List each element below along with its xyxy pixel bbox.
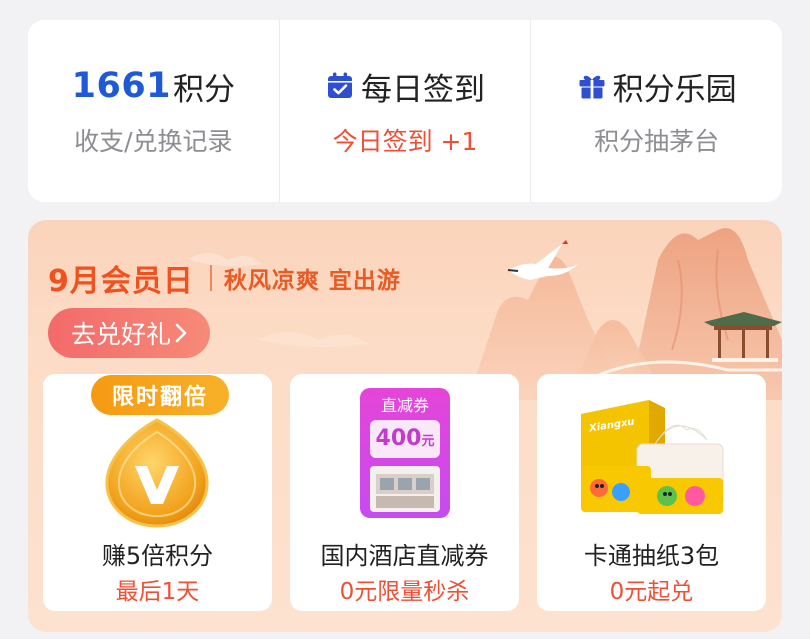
banner-title: 9月会员日 秋风凉爽 宜出游 [48, 256, 401, 300]
gift-icon [579, 75, 605, 99]
points-park-sub: 积分抽茅台 [594, 127, 720, 156]
reward-card-name: 卡通抽纸3包 [583, 542, 720, 570]
points-records-link[interactable]: 收支/兑换记录 [74, 122, 232, 158]
reward-card-sub: 最后1天 [115, 579, 200, 605]
member-day-banner[interactable]: 9月会员日 秋风凉爽 宜出游 去兑好礼 限时翻倍 赚5倍积分 最后1天 直减券 … [28, 220, 782, 632]
points-summary-card: 1661 积分 收支/兑换记录 每日签到 今日签到 +1 积分乐园 积分抽茅台 [28, 20, 782, 202]
daily-checkin-entry[interactable]: 每日签到 今日签到 +1 [278, 20, 531, 202]
points-unit: 积分 [173, 71, 236, 108]
reward-card-name: 国内酒店直减券 [320, 542, 489, 570]
coupon-label: 直减券 [380, 396, 429, 415]
cartoon-tissue-packs-image [581, 400, 724, 514]
redeem-gifts-button[interactable]: 去兑好礼 [48, 308, 210, 358]
limited-double-badge: 限时翻倍 [91, 375, 229, 415]
redeem-gifts-label: 去兑好礼 [70, 320, 171, 349]
points-balance-entry[interactable]: 1661 积分 收支/兑换记录 [28, 20, 279, 202]
reward-card-5x-points[interactable]: 限时翻倍 赚5倍积分 最后1天 [43, 374, 272, 611]
calendar-check-icon [328, 72, 352, 98]
coupon-amount-unit: 元 [421, 434, 435, 449]
daily-checkin-title: 每日签到 [361, 71, 485, 108]
reward-card-tissue-pack[interactable]: Xiangxu 卡通抽纸3包 0元起兑 [537, 374, 766, 611]
banner-subtitle: 秋风凉爽 宜出游 [223, 268, 401, 294]
points-value: 1661 [71, 66, 172, 106]
points-balance: 1661 积分 [72, 64, 235, 108]
reward-card-name: 赚5倍积分 [101, 542, 214, 570]
chevron-right-icon [175, 323, 187, 343]
banner-title-divider [209, 265, 212, 291]
daily-checkin-reward: 今日签到 +1 [332, 127, 478, 156]
banner-title-main: 9月会员日 [48, 264, 194, 299]
points-park-entry[interactable]: 积分乐园 积分抽茅台 [530, 20, 782, 202]
reward-card-sub: 0元起兑 [609, 579, 694, 605]
coupon-amount-value: 400 [375, 426, 422, 451]
reward-card-hotel-coupon[interactable]: 直减券 400元 国内酒店直减券 0元限量秒杀 [290, 374, 519, 611]
coupon-amount: 400元 [370, 426, 440, 455]
reward-card-list: 限时翻倍 赚5倍积分 最后1天 直减券 400元 国内酒店直减券 0元限量秒杀 … [43, 374, 766, 611]
points-park-title: 积分乐园 [612, 71, 737, 108]
reward-card-sub: 0元限量秒杀 [339, 579, 470, 605]
